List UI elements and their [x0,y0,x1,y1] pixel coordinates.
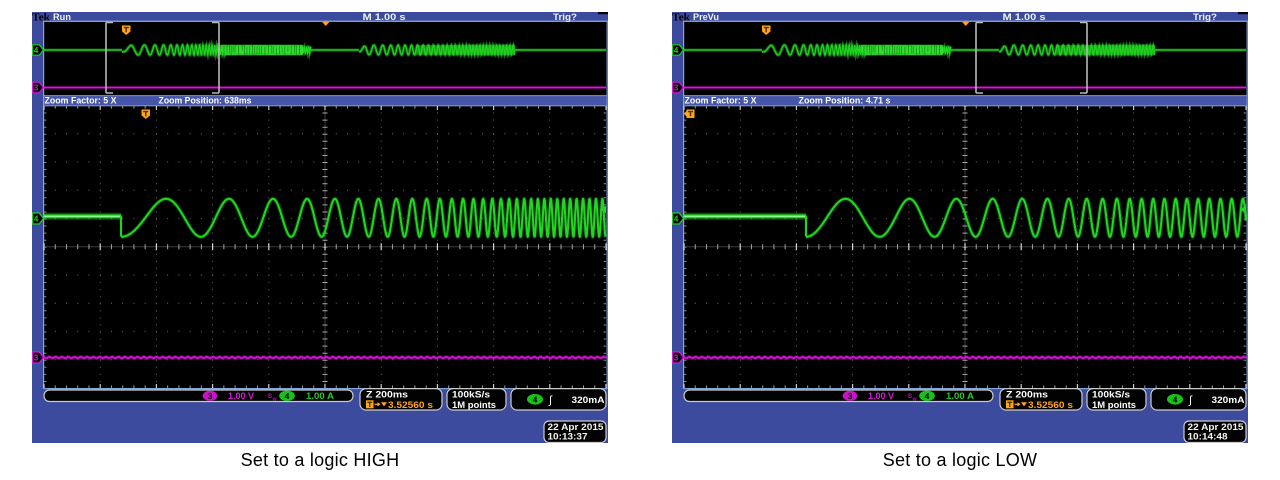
svg-text:3: 3 [848,391,853,401]
svg-text:1M points: 1M points [452,400,496,410]
svg-text:100kS/s: 100kS/s [452,389,490,399]
svg-text:Zoom Factor: 5 X: Zoom Factor: 5 X [45,96,117,106]
svg-text:4: 4 [674,215,679,224]
svg-text:M 1.00 s: M 1.00 s [1003,12,1046,22]
svg-text:3: 3 [674,84,679,93]
svg-text:4: 4 [34,215,39,224]
svg-text:3.52560 s: 3.52560 s [388,400,433,410]
svg-text:w: w [912,397,918,403]
svg-text:3: 3 [674,354,679,363]
svg-text:4: 4 [533,395,538,405]
svg-text:Zoom Factor: 5 X: Zoom Factor: 5 X [685,96,757,106]
svg-text:Trig?: Trig? [1193,12,1217,22]
svg-text:3.52560 s: 3.52560 s [1028,400,1073,410]
svg-text:Z 200ms: Z 200ms [1006,389,1048,399]
svg-text:Z 200ms: Z 200ms [366,389,408,399]
svg-text:3: 3 [208,391,213,401]
svg-text:w: w [272,397,278,403]
svg-text:4: 4 [674,46,679,55]
svg-text:1.00 A: 1.00 A [306,391,335,401]
svg-text:1.00 A: 1.00 A [946,391,975,401]
svg-text:4: 4 [34,46,39,55]
svg-text:4: 4 [1173,395,1178,405]
svg-text:Zoom Position: 638ms: Zoom Position: 638ms [159,96,252,106]
svg-text:22 Apr 2015: 22 Apr 2015 [1188,422,1244,432]
svg-text:1M points: 1M points [1092,400,1136,410]
svg-text:3: 3 [34,84,39,93]
svg-text:320mA: 320mA [1212,395,1246,405]
svg-text:3: 3 [34,354,39,363]
svg-text:Zoom Position: 4.71 s: Zoom Position: 4.71 s [799,96,891,106]
svg-text:Trig?: Trig? [553,12,577,22]
svg-text:22 Apr 2015: 22 Apr 2015 [548,422,604,432]
svg-text:100kS/s: 100kS/s [1092,389,1130,399]
svg-text:PreVu: PreVu [693,12,719,22]
svg-text:Run: Run [53,12,71,22]
svg-text:320mA: 320mA [572,395,606,405]
svg-text:4: 4 [285,391,290,401]
svg-text:M 1.00 s: M 1.00 s [363,12,406,22]
svg-text:Tek: Tek [672,12,691,24]
svg-text:Tek: Tek [32,12,51,24]
svg-text:10:13:37: 10:13:37 [548,432,588,442]
svg-text:4: 4 [925,391,930,401]
svg-text:10:14:48: 10:14:48 [1188,432,1228,442]
svg-text:1.00 V: 1.00 V [868,391,894,401]
svg-text:1.00 V: 1.00 V [228,391,254,401]
